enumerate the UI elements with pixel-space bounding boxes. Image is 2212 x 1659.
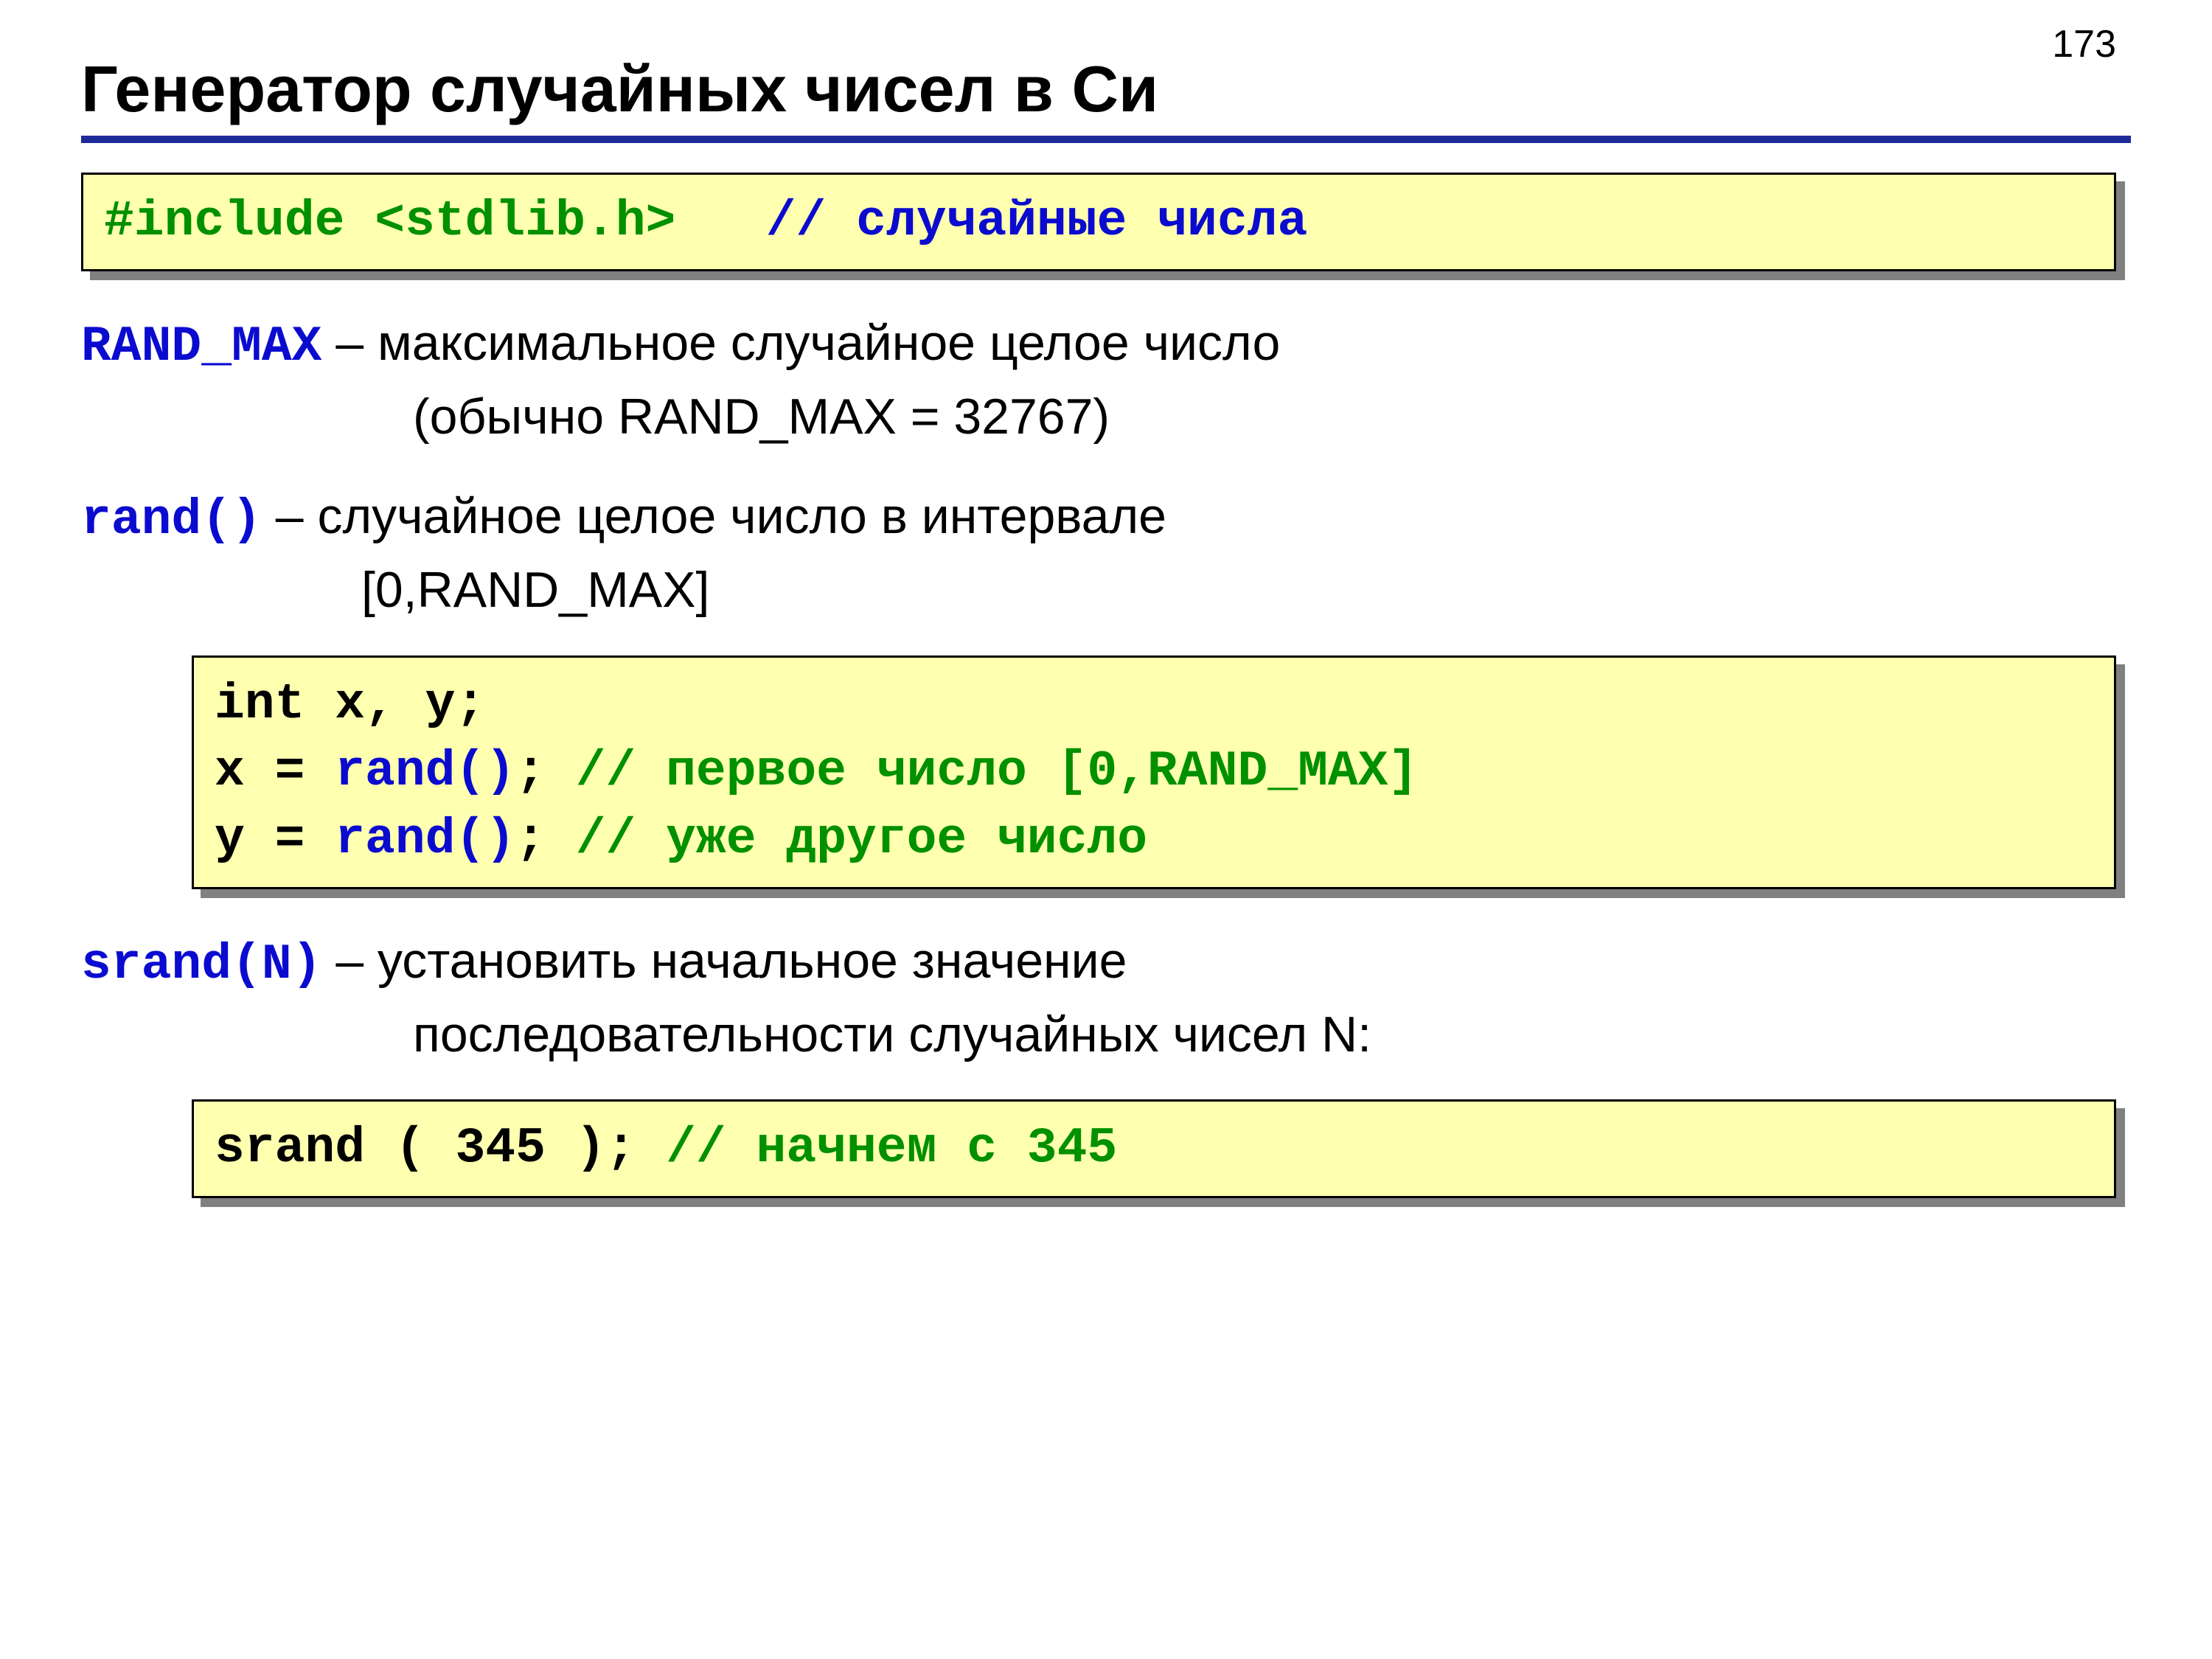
randfn-label: rand()	[81, 492, 262, 549]
c2-l3c: ;	[515, 811, 576, 868]
page-number: 173	[2052, 22, 2116, 66]
code-srand-box: srand ( 345 ); // начнем с 345	[192, 1099, 2116, 1198]
srand-block: srand(N) – установить начальное значение…	[81, 926, 2131, 1070]
title-underline	[81, 136, 2131, 143]
randmax-label: RAND_MAX	[81, 319, 321, 375]
c2-l2b: rand()	[335, 743, 515, 800]
c2-l3b: rand()	[335, 811, 515, 868]
randfn-desc1: – случайное целое число в интервале	[262, 488, 1166, 544]
randfn-desc2: [0,RAND_MAX]	[361, 555, 2131, 625]
srand-desc1: – установить начальное значение	[321, 933, 1127, 989]
c3-b: // начнем с 345	[666, 1120, 1117, 1177]
c2-l2c: ;	[515, 743, 576, 800]
srand-label: srand(N)	[81, 936, 321, 993]
srand-desc2: последовательности случайных чисел N:	[413, 1000, 2131, 1070]
code-gap	[675, 193, 765, 250]
randmax-desc2: (обычно RAND_MAX = 32767)	[413, 382, 2131, 452]
randfn-block: rand() – случайное целое число в интерва…	[81, 481, 2131, 625]
c2-l2d: // первое число [0,RAND_MAX]	[576, 743, 1419, 800]
code-include: #include <stdlib.h>	[104, 193, 675, 250]
code-rand-box: int x, y; x = rand(); // первое число [0…	[192, 655, 2116, 889]
c2-l1: int x, y;	[215, 676, 485, 733]
c3-sp	[636, 1120, 666, 1177]
randmax-block: RAND_MAX – максимальное случайное целое …	[81, 308, 2131, 452]
code-include-comment: // случайные числа	[766, 193, 1308, 250]
c2-l3a: y =	[215, 811, 335, 868]
c3-a: srand ( 345 );	[215, 1120, 636, 1177]
c2-l2a: x =	[215, 743, 335, 800]
code-include-box: #include <stdlib.h> // случайные числа	[81, 173, 2116, 271]
randmax-desc1: – максимальное случайное целое число	[321, 315, 1280, 371]
page-title: Генератор случайных чисел в Си	[81, 52, 2131, 127]
c2-l3d: // уже другое число	[576, 811, 1147, 868]
